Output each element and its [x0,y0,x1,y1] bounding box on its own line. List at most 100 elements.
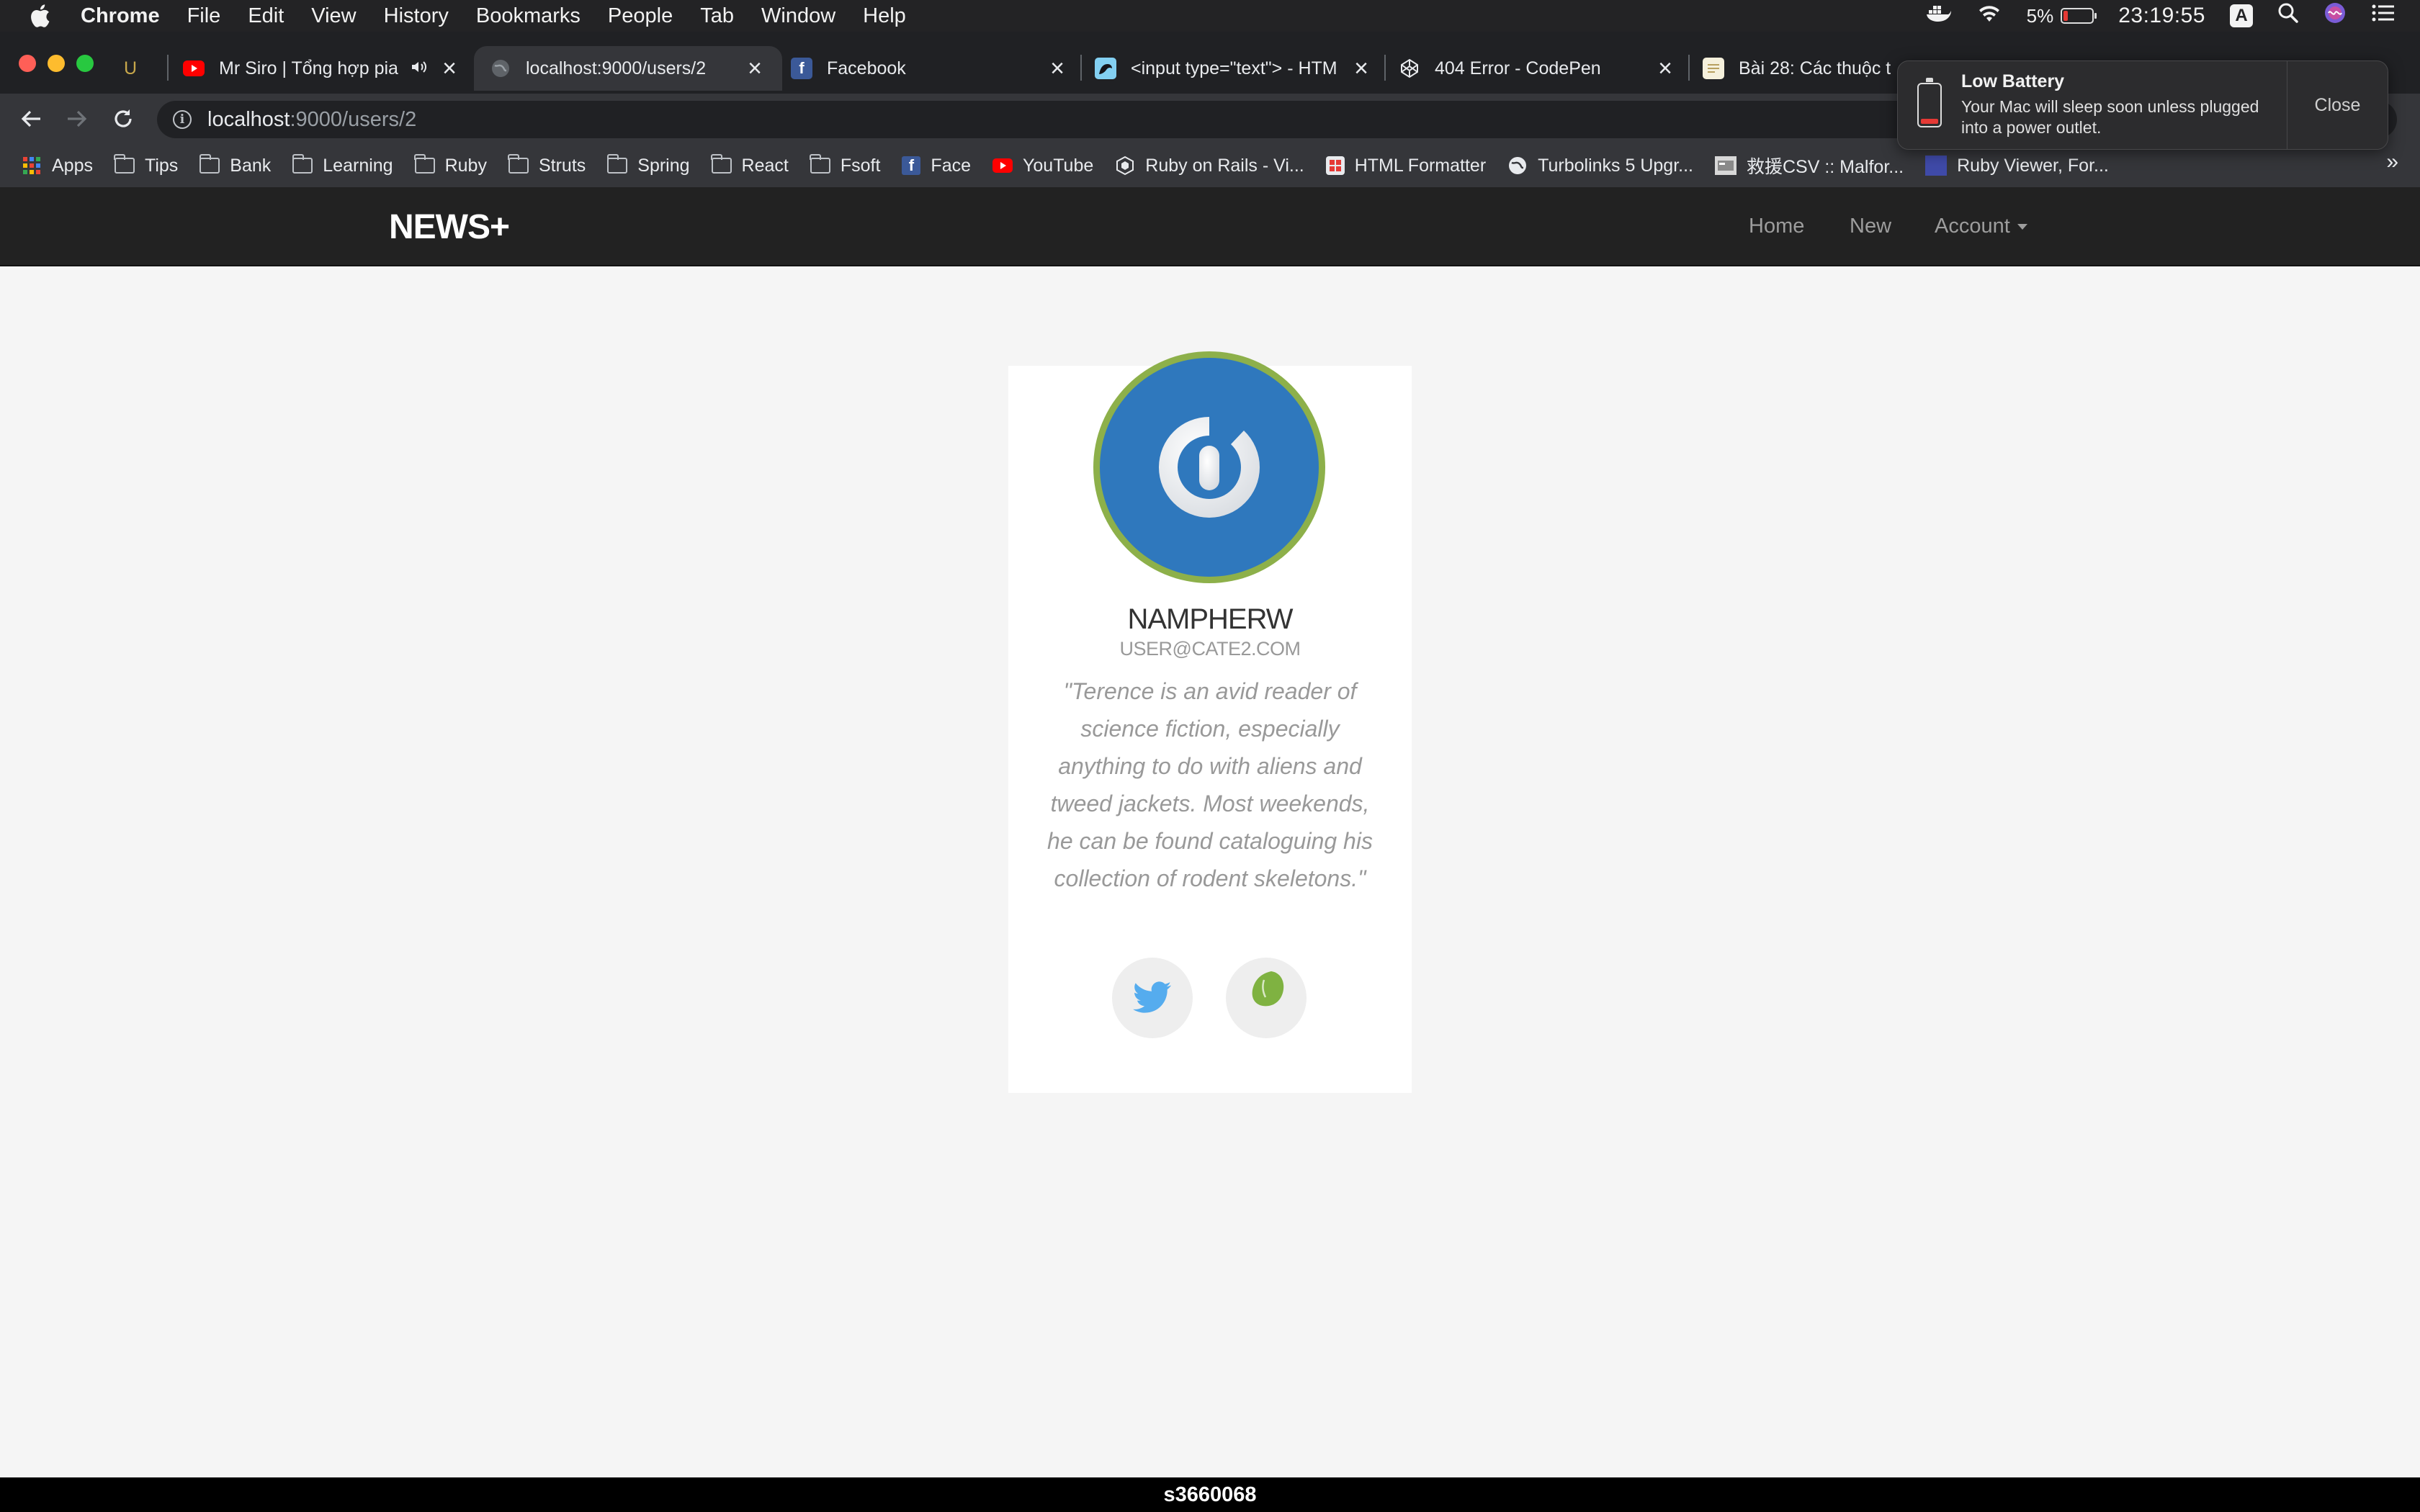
bookmark-folder-fsoft[interactable]: Fsoft [810,154,880,176]
forward-button[interactable] [59,101,95,137]
clock[interactable]: 23:19:55 [2118,4,2205,28]
nav-account-label: Account [1935,215,2010,238]
site-info-icon[interactable]: i [173,110,192,129]
battery-icon[interactable] [2061,8,2097,24]
bookmark-label: Struts [538,155,586,176]
address-host: localhost [207,107,290,131]
window-close-button[interactable] [19,55,36,72]
back-button[interactable] [13,101,49,137]
speaker-icon[interactable] [411,58,428,79]
menu-help[interactable]: Help [863,4,906,28]
apple-menu-icon[interactable] [27,4,52,28]
twitter-icon [1133,981,1171,1013]
bookmark-ruby-on-rails[interactable]: Ruby on Rails - Vi... [1115,156,1304,176]
bookmark-turbolinks[interactable]: Turbolinks 5 Upgr... [1507,156,1693,176]
spotlight-search-icon[interactable] [2277,2,2299,30]
tab-codepen-404[interactable]: 404 Error - CodePen × [1399,50,1677,86]
evernote-icon [1252,971,1284,1007]
tab-localhost-users[interactable]: localhost:9000/users/2 × [474,46,782,91]
bookmark-label: Ruby [444,155,487,176]
tab-title: Bài 28: Các thuộc t [1739,58,1891,78]
bookmark-label: HTML Formatter [1354,155,1487,176]
tab-mr-siro[interactable]: Mr Siro | Tổng hợp pia × [183,50,461,86]
tab-facebook[interactable]: f Facebook × [791,50,1069,86]
bookmark-folder-struts[interactable]: Struts [508,154,586,176]
bookmark-label: Apps [52,155,93,176]
youtube-icon [183,58,205,79]
docker-icon[interactable] [1926,3,1952,29]
caret-down-icon [2017,224,2027,230]
menu-bookmarks[interactable]: Bookmarks [476,4,581,28]
notification-center-icon[interactable] [2371,3,2396,29]
bookmark-folder-learning[interactable]: Learning [292,154,393,176]
youtube-icon [992,157,1013,174]
tab-close-icon[interactable]: × [743,55,766,82]
nav-home-link[interactable]: Home [1749,215,1804,238]
avatar [1093,351,1325,583]
tab-pinned-u[interactable]: U [124,50,153,86]
siri-icon[interactable] [2323,1,2347,30]
menu-history[interactable]: History [384,4,449,28]
site-navbar: NEWS+ Home New Account [0,187,2420,266]
folder-icon [292,154,313,174]
nav-new-link[interactable]: New [1850,215,1891,238]
bookmark-folder-bank[interactable]: Bank [199,154,271,176]
window-zoom-button[interactable] [76,55,94,72]
tab-title: U [124,58,138,78]
bookmark-folder-ruby[interactable]: Ruby [414,154,487,176]
nav-account-dropdown[interactable]: Account [1935,215,2027,238]
bookmark-label: Face [931,155,972,176]
bookmarks-bar: Apps Tips Bank Learning Ruby Struts Spri… [0,144,2420,187]
bookmark-folder-react[interactable]: React [711,154,789,176]
mdn-icon [1095,58,1116,79]
menu-window[interactable]: Window [761,4,835,28]
input-source-icon[interactable]: A [2230,4,2253,27]
footer-label: s3660068 [0,1477,2420,1512]
address-path: :9000/users/2 [290,107,417,131]
menu-edit[interactable]: Edit [248,4,284,28]
tab-mdn-input[interactable]: <input type="text"> - HTM × [1095,50,1373,86]
tab-close-icon[interactable]: × [1046,55,1069,82]
tab-title: 404 Error - CodePen [1435,58,1601,78]
apps-grid-icon [22,157,42,174]
globe-icon [490,58,511,79]
code-beautify-icon [1925,156,1948,176]
bookmark-label: Turbolinks 5 Upgr... [1538,155,1693,176]
bookmark-html-formatter[interactable]: HTML Formatter [1325,155,1487,176]
macos-menu-bar: Chrome File Edit View History Bookmarks … [0,0,2420,32]
bookmark-youtube[interactable]: YouTube [992,156,1093,176]
notification-title: Low Battery [1961,71,2065,91]
battery-percent: 5% [2026,4,2054,27]
profile-card: NAMPHERW USER@CATE2.COM "Terence is an a… [1008,351,1412,1093]
menu-people[interactable]: People [608,4,673,28]
bookmark-label: React [741,155,789,176]
evernote-button[interactable] [1226,958,1307,1038]
tab-bai-28[interactable]: Bài 28: Các thuộc t [1703,50,1897,86]
bookmark-folder-spring[interactable]: Spring [606,154,690,176]
tab-close-icon[interactable]: × [1654,55,1677,82]
bookmark-folder-tips[interactable]: Tips [114,154,178,176]
notification-close-button[interactable]: Close [2287,61,2388,149]
bookmark-csv[interactable]: 救援CSV :: Malfor... [1715,153,1904,179]
bookmark-ruby-viewer[interactable]: Ruby Viewer, For... [1925,156,2109,176]
bookmark-label: Ruby Viewer, For... [1957,155,2109,176]
low-battery-notification: Low Battery Your Mac will sleep soon unl… [1897,60,2388,150]
tab-close-icon[interactable]: × [438,55,461,82]
site-brand-logo[interactable]: NEWS+ [389,207,510,247]
bookmark-face[interactable]: f Face [902,156,971,176]
battery-low-icon [1898,61,1961,149]
wifi-icon[interactable] [1976,3,2002,29]
menu-app-name[interactable]: Chrome [81,4,160,28]
window-minimize-button[interactable] [48,55,65,72]
twitter-button[interactable] [1112,958,1193,1038]
document-icon [1703,58,1724,79]
bookmark-apps[interactable]: Apps [22,156,93,176]
menu-file[interactable]: File [187,4,221,28]
status-area: 5% 23:19:55 A [1926,0,2420,32]
tab-close-icon[interactable]: × [1350,55,1373,82]
bookmarks-overflow-button[interactable]: » [2386,150,2398,174]
menu-tab[interactable]: Tab [700,4,734,28]
reload-button[interactable] [105,101,141,137]
menu-view[interactable]: View [311,4,356,28]
notification-text: Your Mac will sleep soon unless plugged … [1961,97,2259,137]
